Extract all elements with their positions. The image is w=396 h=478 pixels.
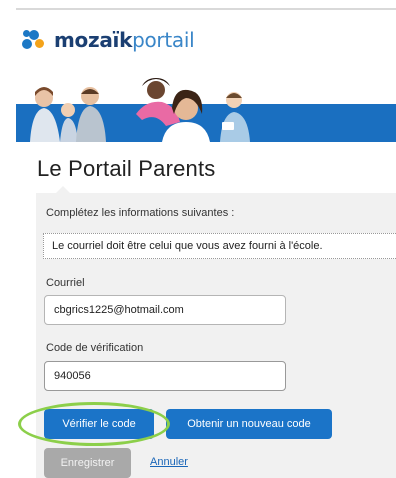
get-new-code-button[interactable]: Obtenir un nouveau code xyxy=(166,409,332,439)
email-label: Courriel xyxy=(46,277,85,289)
verification-code-label: Code de vérification xyxy=(46,342,144,354)
family-photo-illustration xyxy=(30,78,250,142)
verify-code-button[interactable]: Vérifier le code xyxy=(44,409,154,439)
form-instructions: Complétez les informations suivantes : xyxy=(46,207,235,219)
logo-wordmark: mozaïkportail xyxy=(54,28,195,52)
panel-pointer xyxy=(56,186,70,193)
logo-text-light: portail xyxy=(132,28,195,52)
family-banner-image xyxy=(16,74,396,142)
email-notice-box: Le courriel doit être celui que vous ave… xyxy=(43,233,396,259)
email-field[interactable] xyxy=(44,295,286,325)
top-divider xyxy=(16,8,396,10)
cancel-link[interactable]: Annuler xyxy=(150,456,188,468)
page-title: Le Portail Parents xyxy=(37,156,216,181)
mozaik-portail-logo: mozaïkportail xyxy=(22,26,195,54)
mozaik-logo-icon xyxy=(22,29,46,51)
save-button[interactable]: Enregistrer xyxy=(44,448,131,478)
verification-code-field[interactable] xyxy=(44,361,286,391)
logo-text-bold: mozaïk xyxy=(54,28,133,52)
